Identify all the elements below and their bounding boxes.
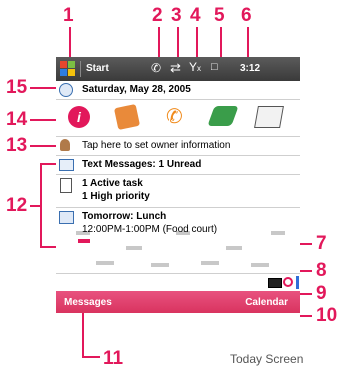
callout-line-5 [220, 27, 222, 57]
battery-icon[interactable] [268, 278, 282, 288]
softkey-left-messages[interactable]: Messages [64, 297, 112, 308]
callout-12: 12 [6, 195, 28, 216]
callout-line-2 [158, 27, 160, 57]
callout-2: 2 [152, 5, 163, 26]
callout-6: 6 [241, 5, 252, 26]
callout-5: 5 [214, 5, 225, 26]
internet-icon[interactable] [207, 106, 239, 126]
callout-8: 8 [316, 260, 327, 281]
data-sync-icon[interactable]: ⇄ [170, 60, 181, 76]
tasks-row[interactable]: 1 Active task 1 High priority [56, 175, 300, 208]
callout-3: 3 [171, 5, 182, 26]
title-bar: Start ✆ ⇄ Yx □ 3:12 [56, 57, 300, 81]
callout-bracket-12-bottom [40, 246, 56, 248]
calendar-title: Tomorrow: Lunch [82, 211, 167, 222]
messages-row[interactable]: Text Messages: 1 Unread [56, 156, 300, 175]
contacts-icon[interactable] [113, 103, 141, 131]
calendar-detail: 12:00PM-1:00PM (Food court) [82, 224, 218, 235]
help-book-icon[interactable] [254, 106, 284, 128]
tasks-line-2: 1 High priority [82, 191, 150, 202]
softkey-right-calendar[interactable]: Calendar [245, 297, 288, 308]
wireless-manager-icon[interactable] [283, 277, 293, 287]
callout-line-13 [30, 145, 56, 147]
date-row[interactable]: Saturday, May 28, 2005 [56, 81, 300, 100]
callout-line-10 [300, 315, 312, 317]
callout-4: 4 [190, 5, 201, 26]
owner-text: Tap here to set owner information [82, 140, 231, 151]
phone-icon[interactable]: ✆ [166, 104, 183, 129]
volume-vibrate-icon[interactable]: □ [211, 61, 218, 73]
callout-line-12h [30, 205, 40, 207]
shortcut-bar: i ✆ [56, 100, 300, 137]
today-screen: Saturday, May 28, 2005 i ✆ Tap here to s… [56, 81, 300, 291]
callout-9: 9 [316, 283, 327, 304]
callout-bracket-12-top [40, 163, 56, 165]
callout-line-14 [30, 119, 56, 121]
clock[interactable]: 3:12 [240, 63, 260, 74]
t-zones-icon[interactable]: i [68, 106, 90, 128]
start-button[interactable]: Start [56, 57, 120, 81]
callout-13: 13 [6, 135, 28, 156]
callout-14: 14 [6, 109, 28, 130]
signal-icon[interactable]: Yx [189, 60, 201, 74]
call-forward-icon[interactable]: ✆ [151, 61, 161, 75]
callout-line-11h [82, 356, 100, 358]
callout-11: 11 [103, 348, 124, 369]
bg-dash [126, 246, 142, 250]
calendar-icon [59, 211, 74, 224]
notification-strip [56, 273, 300, 292]
callout-line-15 [30, 87, 56, 89]
callout-line-11v [82, 313, 84, 358]
callout-line-1 [69, 27, 71, 57]
bg-dash-accent [78, 239, 90, 243]
owner-row[interactable]: Tap here to set owner information [56, 137, 300, 156]
envelope-icon [59, 159, 74, 171]
owner-icon [60, 139, 70, 151]
start-label: Start [86, 63, 109, 74]
callout-line-3 [177, 27, 179, 57]
tasks-line-1: 1 Active task [82, 178, 143, 189]
bg-dash [226, 246, 242, 250]
callout-15: 15 [6, 77, 28, 98]
bg-dash [151, 263, 169, 267]
callout-bracket-12 [40, 163, 42, 248]
windows-flag-icon [60, 61, 76, 77]
caption: Today Screen [230, 352, 304, 366]
title-separator [80, 61, 81, 77]
calendar-row[interactable]: Tomorrow: Lunch 12:00PM-1:00PM (Food cou… [56, 208, 300, 236]
bg-dash [251, 263, 269, 267]
callout-1: 1 [63, 5, 74, 26]
bg-dash [96, 261, 114, 265]
clock-icon [59, 83, 73, 97]
bg-dash [201, 261, 219, 265]
date-text: Saturday, May 28, 2005 [82, 84, 191, 95]
callout-line-4 [196, 27, 198, 57]
bluetooth-status-icon[interactable] [296, 276, 299, 289]
tasks-icon [60, 178, 72, 193]
callout-7: 7 [316, 233, 327, 254]
callout-10: 10 [316, 305, 338, 326]
messages-text: Text Messages: 1 Unread [82, 159, 202, 170]
callout-line-6 [247, 27, 249, 57]
soft-key-bar: Messages Calendar [56, 291, 300, 313]
